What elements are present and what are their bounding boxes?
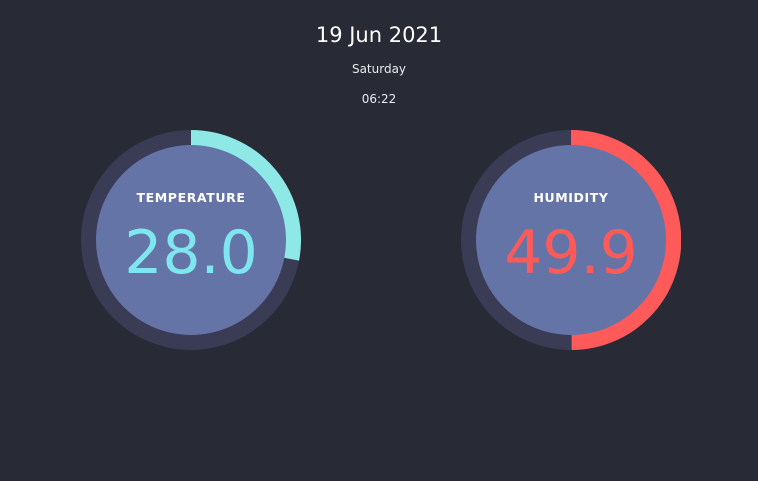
temperature-label: TEMPERATURE bbox=[136, 190, 246, 205]
humidity-gauge: HUMIDITY 49.9 bbox=[461, 130, 681, 350]
temperature-value: 28.0 bbox=[124, 218, 258, 288]
temperature-gauge: TEMPERATURE 28.0 bbox=[81, 130, 301, 350]
time-text: 06:22 bbox=[361, 92, 397, 106]
humidity-label: HUMIDITY bbox=[533, 190, 609, 205]
date-text: 19 Jun 2021 bbox=[315, 23, 443, 47]
humidity-value: 49.9 bbox=[504, 218, 638, 288]
weekday-text: Saturday bbox=[351, 62, 407, 76]
